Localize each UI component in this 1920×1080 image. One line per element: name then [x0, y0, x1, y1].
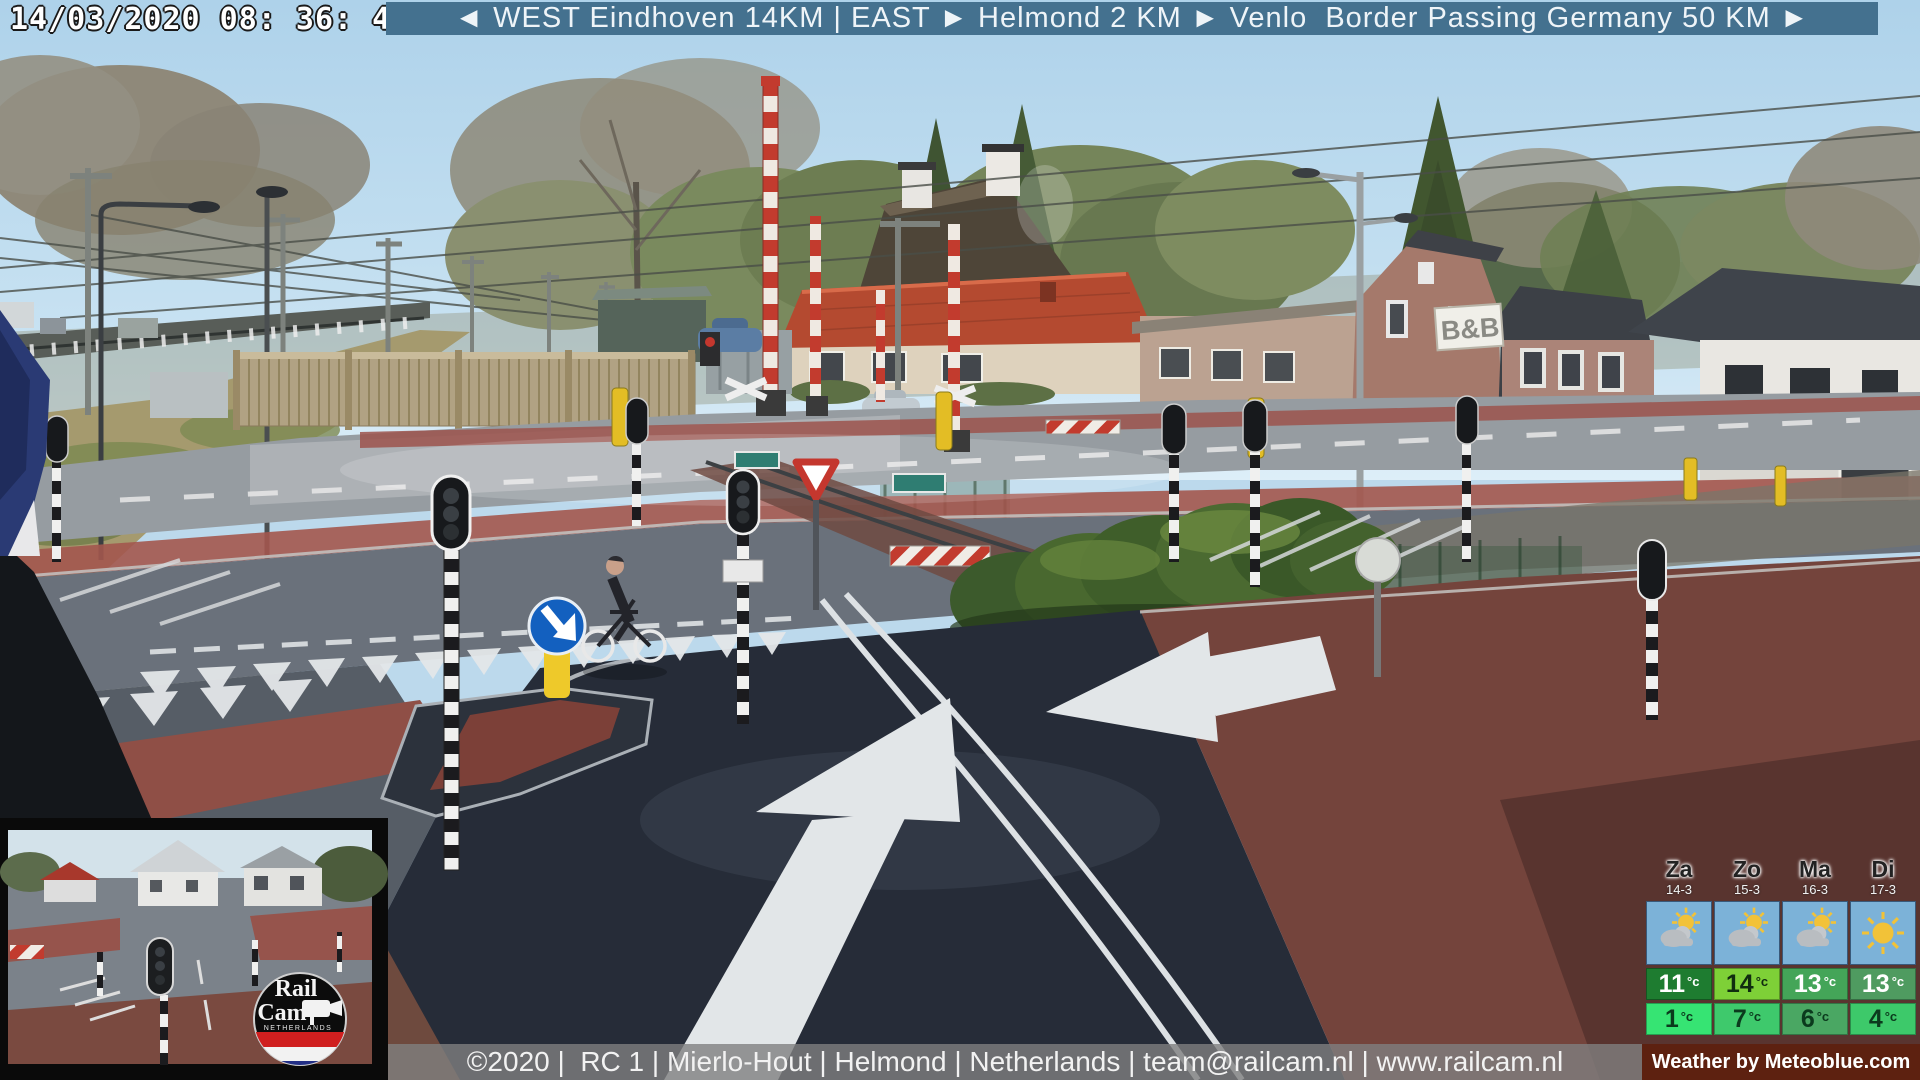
partly-cloudy-icon [1714, 901, 1780, 965]
day-label: Ma [1799, 856, 1831, 882]
high-temp: 11 °c [1646, 968, 1712, 1000]
svg-text:B&B: B&B [1440, 312, 1500, 346]
day-label: Di [1871, 856, 1895, 882]
keep-right-sign [527, 596, 587, 656]
low-temp: 6 °c [1782, 1003, 1848, 1035]
svg-text:Cam: Cam [257, 1000, 306, 1026]
day-label: Za [1665, 856, 1693, 882]
forecast-day-column: Ma 16-3 13 °c 6 °c [1782, 856, 1848, 1035]
pip-camera-view: Rail Cam NETHERLANDS [0, 818, 388, 1080]
red-roof-house [778, 272, 1158, 406]
partly-cloudy-icon [1782, 901, 1848, 965]
forecast-day-column: Di 17-3 13 °c 4 °c [1850, 856, 1916, 1035]
partly-cloudy-icon [1646, 901, 1712, 965]
forecast-day-column: Za 14-3 11 °c 1 °c [1646, 856, 1712, 1035]
high-temp: 13 °c [1850, 968, 1916, 1000]
svg-text:NETHERLANDS: NETHERLANDS [264, 1025, 333, 1032]
low-temp: 7 °c [1714, 1003, 1780, 1035]
timestamp-overlay: 14/03/2020 08: 36: 40 [10, 2, 411, 37]
date-label: 16-3 [1801, 882, 1829, 897]
webcam-frame: B&B Rail Cam NETHERLANDS 14/03/2020 08: … [0, 0, 1920, 1080]
date-label: 17-3 [1869, 882, 1897, 897]
weather-forecast-widget: Za 14-3 11 °c 1 °c Zo 15-3 14 °c 7 °c Ma 16-… [1646, 856, 1916, 1035]
sunny-icon [1850, 901, 1916, 965]
low-temp: 4 °c [1850, 1003, 1916, 1035]
bnb-sign: B&B [1433, 302, 1505, 352]
high-temp: 13 °c [1782, 968, 1848, 1000]
info-bar: ©2020 | RC 1 | Mierlo-Hout | Helmond | N… [388, 1044, 1642, 1080]
day-label: Zo [1732, 856, 1762, 882]
date-label: 14-3 [1665, 882, 1693, 897]
weather-credit-bar: Weather by Meteoblue.com [1642, 1044, 1920, 1080]
low-temp: 1 °c [1646, 1003, 1712, 1035]
svg-text:Rail: Rail [275, 976, 318, 1002]
camera-scene: B&B Rail Cam NETHERLANDS [0, 0, 1920, 1080]
forecast-day-column: Zo 15-3 14 °c 7 °c [1714, 856, 1780, 1035]
high-temp: 14 °c [1714, 968, 1780, 1000]
date-label: 15-3 [1733, 882, 1761, 897]
location-banner: ◄ WEST Eindhoven 14KM | EAST ► Helmond 2… [386, 2, 1878, 35]
